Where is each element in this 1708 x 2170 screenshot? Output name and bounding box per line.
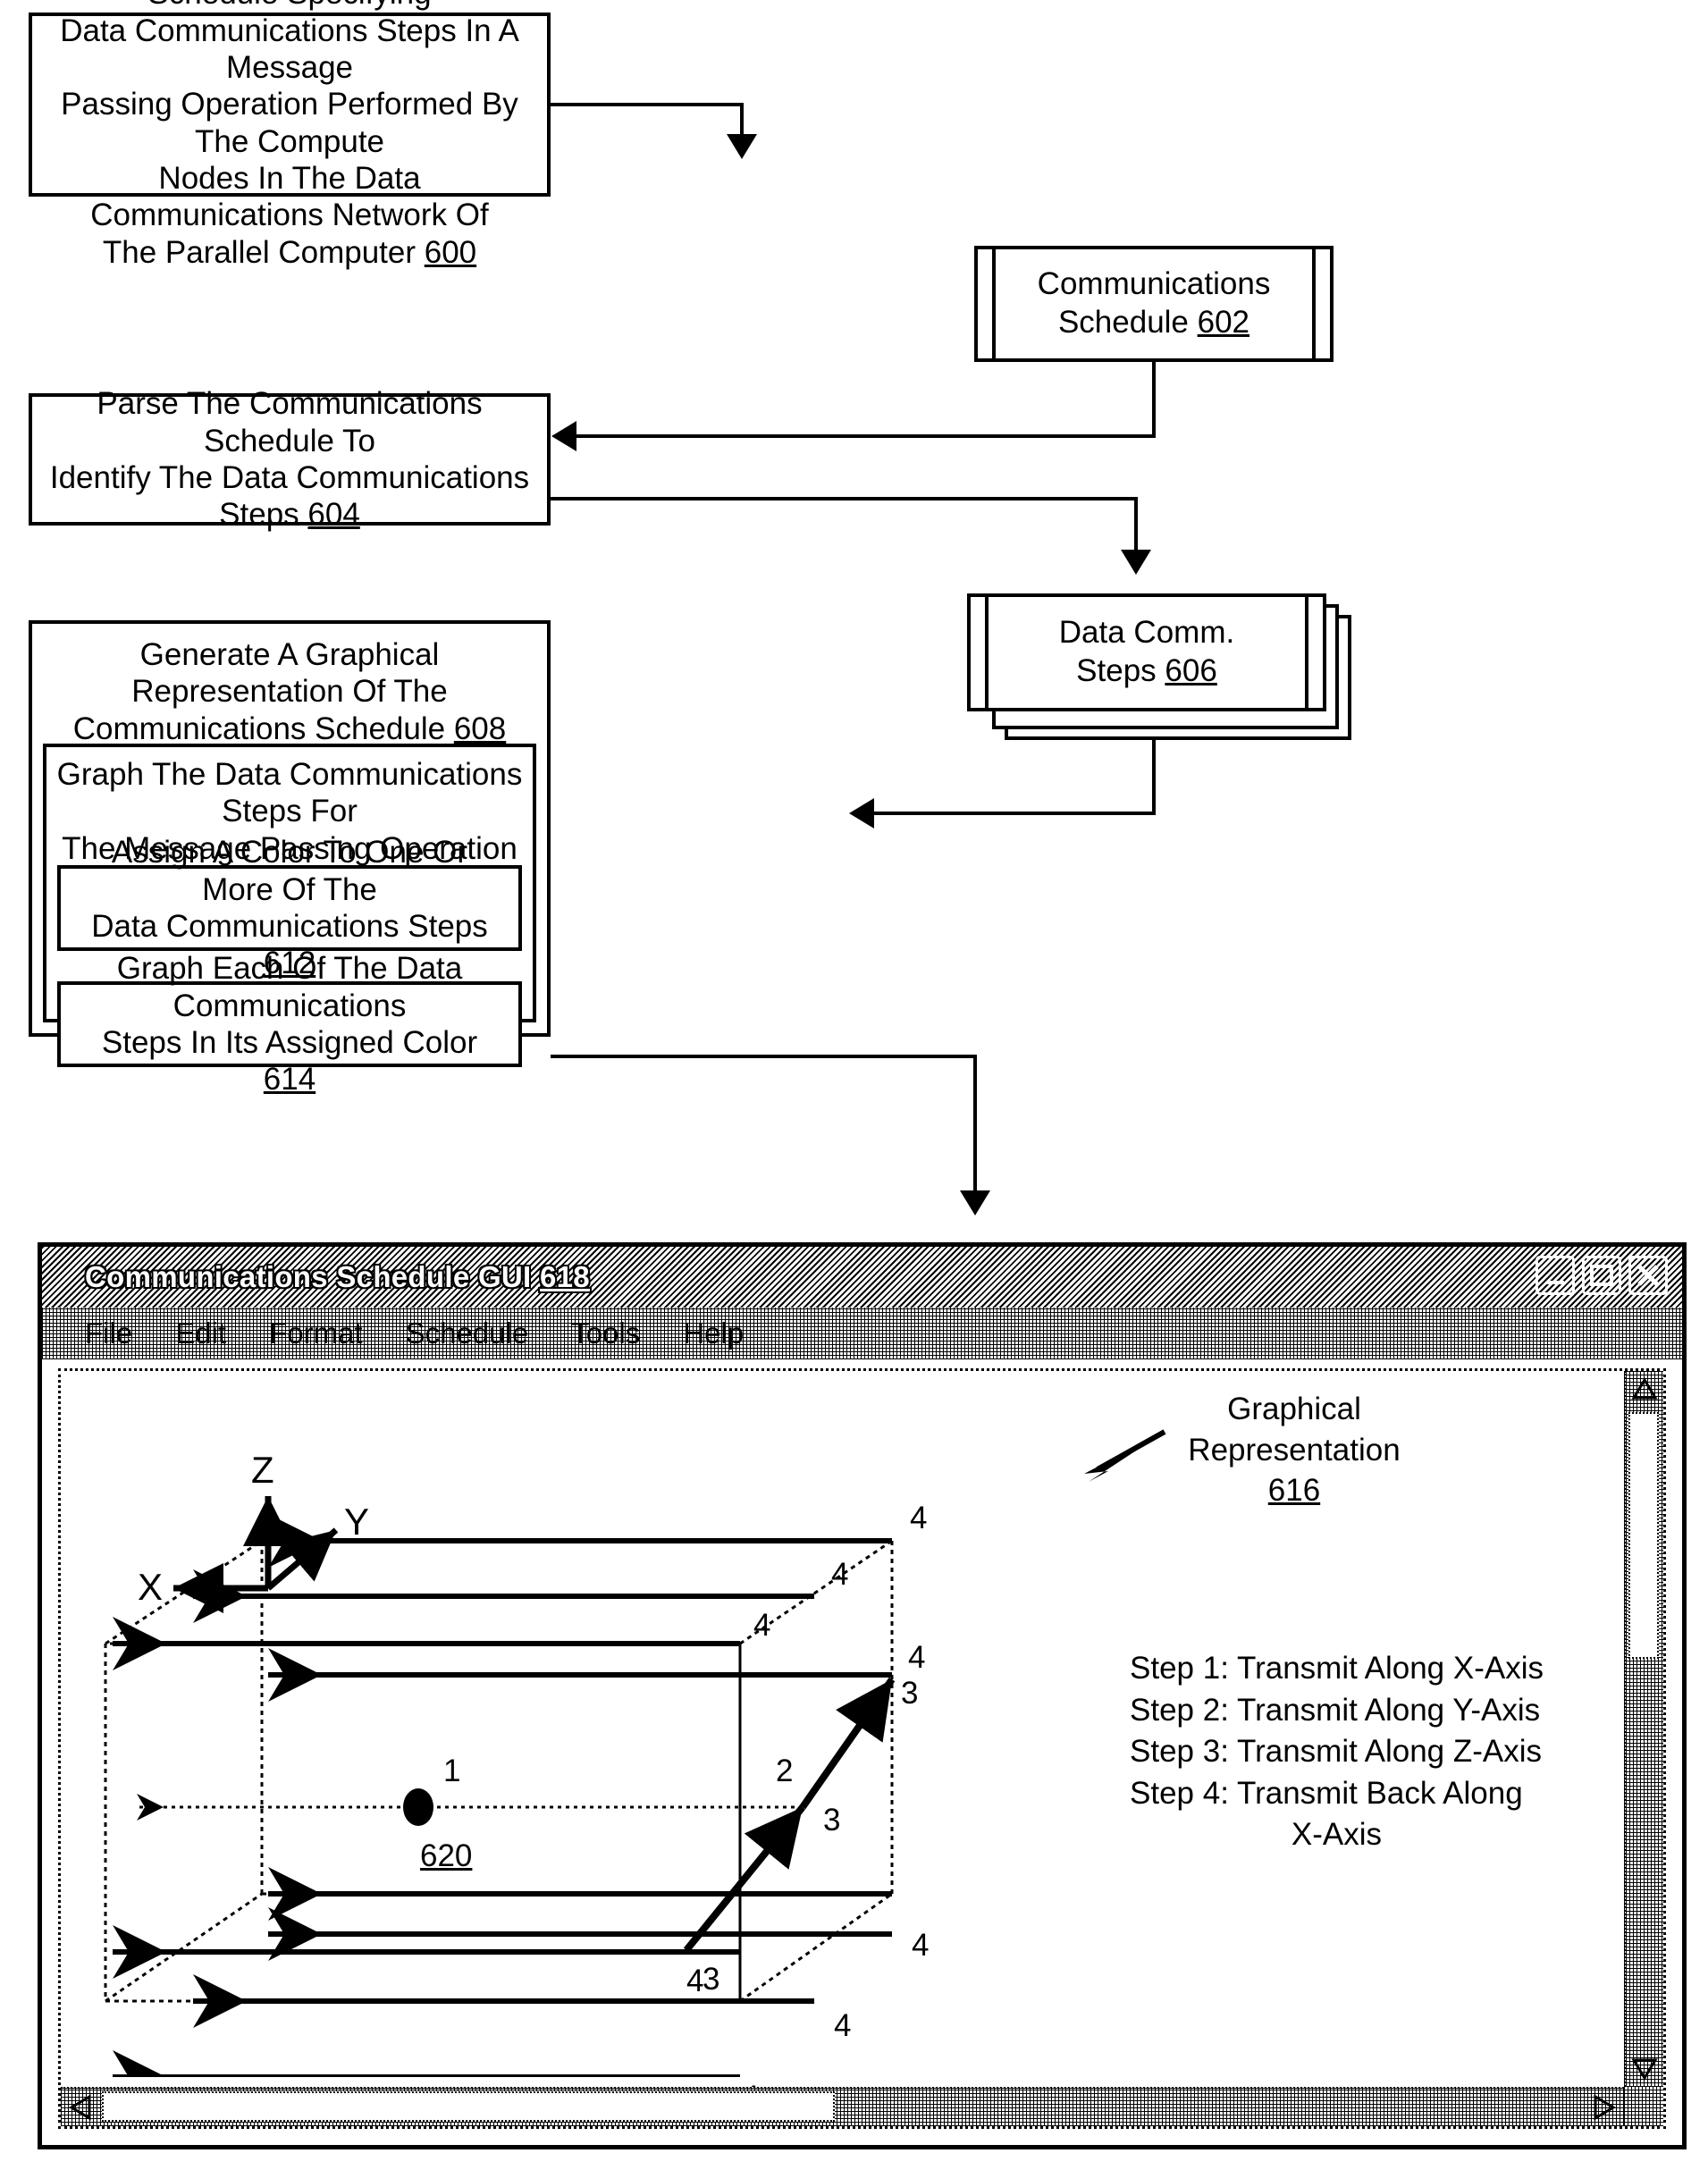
edge-label-4-f: 4 <box>686 1964 704 1998</box>
diagram-stage: Receive A Communications Schedule Specif… <box>0 0 1708 2170</box>
scroll-up-arrow[interactable] <box>1627 1373 1662 1409</box>
origin-node-620 <box>403 1788 433 1826</box>
doc-box-606-text: Data Comm. Steps 606 <box>1058 615 1235 688</box>
menu-item-format[interactable]: Format <box>269 1316 363 1350</box>
horizontal-scrollbar[interactable] <box>61 2087 1624 2126</box>
route-steps-2-3 <box>683 1677 896 1953</box>
connector-606-to-610-h <box>863 812 1154 815</box>
menu-item-file[interactable]: File <box>85 1316 132 1350</box>
communications-schedule-gui-window[interactable]: Communications Schedule GUI 618 File Edi… <box>38 1242 1687 2149</box>
vertical-scroll-thumb[interactable] <box>1628 1412 1659 1659</box>
gui-client-area: Z Y X 4 4 4 4 4 4 4 4 1 620 2 3 3 3 <box>58 1368 1666 2129</box>
arrow-602-to-604 <box>551 421 576 451</box>
connector-600-to-602-h <box>551 103 742 106</box>
ref-616: 616 <box>1267 1473 1321 1508</box>
connector-602-to-604-h <box>566 434 1154 438</box>
ref-604: 604 <box>307 497 360 533</box>
vertical-scrollbar[interactable] <box>1624 1371 1663 2087</box>
scroll-left-arrow[interactable] <box>63 2090 98 2125</box>
doc-box-606: Data Comm. Steps 606 <box>967 593 1326 711</box>
flow-box-600: Receive A Communications Schedule Specif… <box>29 0 551 270</box>
close-button[interactable] <box>1628 1256 1668 1295</box>
flow-box-600-text: Receive A Communications Schedule Specif… <box>60 0 519 270</box>
callout-text-616: Graphical Representation 616 <box>1188 1392 1401 1508</box>
window-title: Communications Schedule GUI 618 <box>85 1260 590 1293</box>
ref-602: 602 <box>1197 305 1250 340</box>
edge-label-4-c: 4 <box>753 1608 771 1643</box>
ref-618: 618 <box>539 1260 590 1293</box>
legend-step-4-cont: X-Axis <box>1291 1817 1383 1853</box>
connector-608-to-gui-h <box>551 1055 977 1058</box>
doc-rail-right <box>1312 249 1316 358</box>
axis-label-z: Z <box>251 1449 274 1491</box>
ref-608: 608 <box>453 711 507 746</box>
flow-box-604-text: Parse The Communications Schedule To Ide… <box>49 386 530 533</box>
edge-label-4-h: 4 <box>742 2077 759 2087</box>
edge-label-3-b: 3 <box>823 1803 841 1838</box>
flow-box-614: Graph Each Of The Data Communications St… <box>57 951 522 1097</box>
menu-item-help[interactable]: Help <box>683 1316 744 1350</box>
scrollbar-corner <box>1624 2087 1663 2126</box>
axis-label-x: X <box>138 1566 164 1608</box>
axis-label-y: Y <box>344 1501 370 1543</box>
flow-box-614-text: Graph Each Of The Data Communications St… <box>101 951 478 1098</box>
flow-box-612: Assign A Color To One Or More Of The Dat… <box>57 835 522 980</box>
legend-step-3: Step 3: Transmit Along Z-Axis <box>1130 1734 1543 1770</box>
menu-item-edit[interactable]: Edit <box>175 1316 226 1350</box>
steps-legend: Step 1: Transmit Along X-Axis Step 2: Tr… <box>1130 1648 1544 1856</box>
doc-box-602: Communications Schedule 602 <box>974 246 1334 362</box>
doc-rail-right <box>1305 597 1308 708</box>
step4-edges <box>113 1514 892 2077</box>
connector-604-to-606-h <box>551 497 1136 500</box>
window-controls <box>1536 1256 1668 1295</box>
minimize-button[interactable] <box>1536 1256 1575 1295</box>
torus-graph-svg <box>104 1496 896 2077</box>
connector-602-to-604-v <box>1152 362 1156 438</box>
edge-label-4-a: 4 <box>910 1501 928 1535</box>
edge-label-3-c: 3 <box>703 1962 720 1997</box>
legend-step-4: Step 4: Transmit Back Along <box>1130 1775 1523 1811</box>
ref-614: 614 <box>263 1062 316 1098</box>
legend-step-2: Step 2: Transmit Along Y-Axis <box>1130 1692 1541 1728</box>
scroll-right-arrow[interactable] <box>1586 2090 1622 2125</box>
horizontal-scroll-thumb[interactable] <box>102 2091 835 2122</box>
edge-label-1: 1 <box>443 1754 461 1788</box>
node-ref-620: 620 <box>420 1838 473 1873</box>
edge-label-3-a: 3 <box>901 1676 919 1711</box>
flow-box-608-text: Generate A Graphical Representation Of T… <box>72 637 507 746</box>
scroll-down-arrow[interactable] <box>1627 2049 1662 2085</box>
menu-item-schedule[interactable]: Schedule <box>406 1316 529 1350</box>
arrow-600-to-602 <box>727 134 757 159</box>
arrow-604-to-606 <box>1121 550 1151 575</box>
maximize-button[interactable] <box>1582 1256 1621 1295</box>
ref-600: 600 <box>424 234 477 270</box>
doc-rail-left <box>985 597 989 708</box>
connector-604-to-606-v <box>1134 497 1138 558</box>
edge-label-4-b: 4 <box>831 1557 849 1592</box>
menu-item-tools[interactable]: Tools <box>571 1316 640 1350</box>
edge-label-2: 2 <box>776 1754 794 1788</box>
edge-label-4-e: 4 <box>912 1928 930 1963</box>
arrow-606-to-610 <box>849 798 874 828</box>
legend-step-1: Step 1: Transmit Along X-Axis <box>1130 1651 1544 1686</box>
connector-606-to-610-v <box>1152 740 1156 815</box>
ref-606: 606 <box>1165 653 1217 688</box>
flow-box-604: Parse The Communications Schedule To Ide… <box>29 386 551 532</box>
arrow-608-to-gui <box>960 1190 990 1215</box>
edge-label-4-d: 4 <box>908 1640 926 1675</box>
connector-608-to-gui-v <box>973 1055 977 1198</box>
edge-label-4-g: 4 <box>834 2008 852 2043</box>
window-titlebar[interactable]: Communications Schedule GUI 618 <box>42 1247 1682 1308</box>
menu-bar: File Edit Format Schedule Tools Help <box>42 1308 1682 1359</box>
doc-box-602-text: Communications Schedule 602 <box>1037 266 1271 340</box>
graph-canvas[interactable]: Z Y X 4 4 4 4 4 4 4 4 1 620 2 3 3 3 <box>61 1371 1624 2087</box>
doc-rail-left <box>992 249 996 358</box>
